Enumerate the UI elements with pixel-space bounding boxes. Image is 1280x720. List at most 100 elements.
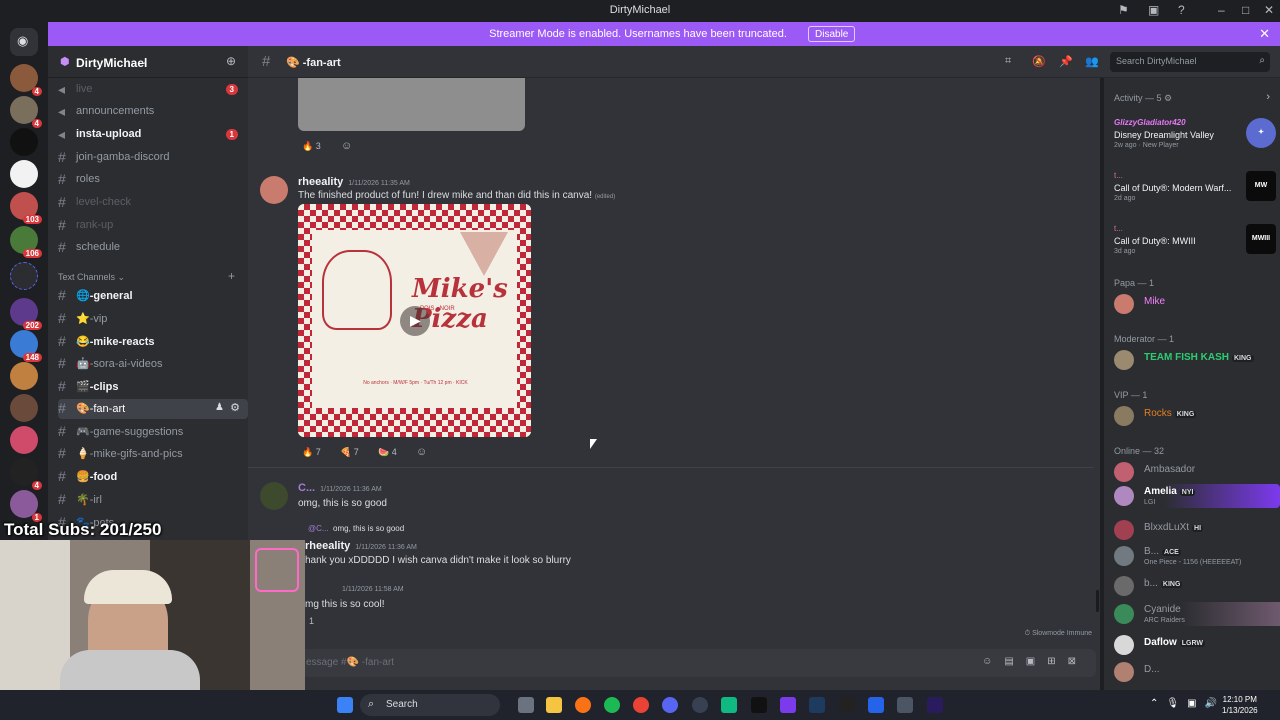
member-item[interactable]: Cyanide ARC Raiders [1114,602,1280,626]
app-icon[interactable] [897,697,913,713]
member-item[interactable]: Amelia NYI LGI [1114,484,1280,508]
member-item[interactable]: Daflow LGRW [1114,633,1280,657]
start-icon[interactable] [337,697,353,713]
emoji-icon[interactable]: ☺ [982,656,1004,667]
taskbar-search[interactable]: ⌕ Search [360,694,500,716]
guild-header[interactable]: ⬢ DirtyMichael ⌄ ⊕ [48,46,248,78]
member-item[interactable]: B... ACE One Piece - 1156 (HEEEEEAT) [1114,544,1280,568]
category-text-channels[interactable]: Text Channels ⌄ [58,272,125,283]
channel-irl[interactable]: # 🌴-irl [58,490,248,510]
invite-icon[interactable]: ♟ [215,402,224,413]
add-reaction-icon[interactable]: ☺ [341,140,352,152]
channel-roles[interactable]: # roles [58,170,248,190]
chrome-icon[interactable] [633,697,649,713]
channel-game-suggestions[interactable]: # 🎮-game-suggestions [58,422,248,442]
premiere-icon[interactable] [927,697,943,713]
server-icon[interactable] [10,362,38,390]
add-reaction-icon[interactable]: ☺ [416,446,427,458]
server-icon[interactable]: 4 [10,64,42,96]
gear-icon[interactable]: ⚙ [230,401,240,414]
member-item[interactable]: Mike [1114,292,1280,316]
app-icon[interactable] [868,697,884,713]
add-user-icon[interactable]: ⊕ [226,54,236,68]
play-icon[interactable]: ▶ [400,306,430,336]
maximize-icon[interactable]: □ [1242,3,1249,17]
firefox-icon[interactable] [575,697,591,713]
search-input[interactable]: Search DirtyMichael ⌕ [1110,52,1270,72]
activity-header[interactable]: Activity — 5 ⚙ [1114,93,1172,104]
channel-clips[interactable]: # 🎬-clips [58,377,248,397]
chevron-right-icon[interactable]: › [1266,91,1270,103]
scrollbar[interactable] [1096,590,1099,612]
server-icon[interactable]: 106 [10,226,42,258]
file-explorer-icon[interactable] [546,697,562,713]
channel-food[interactable]: # 🍔-food [58,467,248,487]
member-item[interactable]: Ambasador [1114,460,1280,484]
member-item[interactable]: BlxxdLuXt HI [1114,518,1280,542]
clock[interactable]: 12:10 PM 1/13/2026 [1222,694,1258,716]
server-icon[interactable] [10,160,38,188]
server-icon[interactable]: 4 [10,458,42,490]
server-icon[interactable]: 202 [10,298,42,330]
gift-icon[interactable]: ⊠ [1068,656,1088,667]
member-item[interactable]: D... [1114,660,1280,684]
channel-schedule[interactable]: # schedule [58,238,248,258]
avatar[interactable] [260,176,288,204]
channel-mike-gifs-and-pics[interactable]: # 🍦-mike-gifs-and-pics [58,444,248,464]
message-input[interactable]: essage #🎨 -fan-art ☺▤▣⊞⊠ [300,649,1096,677]
fan-art-image[interactable]: Mike's Pizza POIS · NOIR No anchors · M/… [298,204,531,437]
discord-home-icon[interactable]: ◉ [10,28,38,56]
server-icon[interactable] [10,426,38,454]
threads-icon[interactable]: ⌗ [1005,55,1011,68]
close-icon[interactable]: ✕ [1259,26,1270,42]
app-icon[interactable] [721,697,737,713]
monitor-icon[interactable]: ▣ [1148,3,1159,17]
gif-icon[interactable]: ▤ [1004,656,1025,667]
disable-streamer-mode-button[interactable]: Disable [808,26,856,42]
channel-general[interactable]: # 🌐-general [58,286,248,306]
minimize-icon[interactable]: – [1218,3,1225,17]
message-author[interactable]: rheeality 1/11/2026 11:36 AM [305,540,417,552]
activity-card[interactable]: GlizzyGladiator420 Disney Dreamlight Val… [1114,118,1280,154]
add-channel-icon[interactable]: + [228,269,235,283]
member-item[interactable]: Rocks KING [1114,404,1280,428]
member-item[interactable]: b... KING [1114,574,1280,598]
channel-sora-ai-videos[interactable]: # 🤖-sora-ai-videos [58,354,248,374]
channel-announcements[interactable]: ◂ announcements [58,102,248,122]
message-author[interactable]: rheeality 1/11/2026 11:35 AM [298,176,410,188]
steam-icon[interactable] [809,697,825,713]
activity-card[interactable]: t... Call of Duty®: Modern Warf... 2d ag… [1114,171,1280,207]
server-icon[interactable]: 4 [10,96,42,128]
mute-icon[interactable]: 🔕 [1032,55,1046,68]
channel-mike-reacts[interactable]: # 😂-mike-reacts [58,332,248,352]
obs-icon[interactable] [692,697,708,713]
avatar[interactable] [260,482,288,510]
apps-icon[interactable]: ⊞ [1047,656,1067,667]
channel-rank-up[interactable]: # rank-up [58,216,248,236]
close-window-icon[interactable]: ✕ [1264,3,1274,17]
epic-games-icon[interactable] [839,697,855,713]
channel-join-gamba-discord[interactable]: # join-gamba-discord [58,148,248,168]
reply-reference[interactable]: @C... omg, this is so good [308,524,404,533]
spotify-icon[interactable] [604,697,620,713]
channel-vip[interactable]: # ⭐-vip [58,309,248,329]
folder-icon[interactable] [10,262,38,290]
channel-fan-art[interactable]: # 🎨-fan-art ♟ ⚙ [58,399,248,419]
server-icon[interactable]: 1 [10,490,42,522]
inbox-icon[interactable]: ⚑ [1118,3,1129,17]
reaction-fire[interactable]: 🔥 7 [298,444,325,462]
app-icon[interactable] [780,697,796,713]
help-icon[interactable]: ? [1178,3,1185,17]
channel-live[interactable]: ◂ live 3 [58,80,248,100]
discord-icon[interactable] [662,697,678,713]
member-list-icon[interactable]: 👥 [1085,55,1099,68]
server-icon[interactable]: 103 [10,192,42,224]
app-icon[interactable] [751,697,767,713]
reaction-watermelon[interactable]: 🍉 4 [374,444,401,462]
previous-image-attachment[interactable] [298,78,525,131]
member-item[interactable]: TEAM FISH KASH KING [1114,348,1280,372]
activity-card[interactable]: t... Call of Duty®: MWIII 3d ago MWIII [1114,224,1280,260]
server-icon[interactable] [10,128,38,156]
server-icon[interactable] [10,394,38,422]
reaction-fire[interactable]: 🔥 3 [298,138,325,156]
